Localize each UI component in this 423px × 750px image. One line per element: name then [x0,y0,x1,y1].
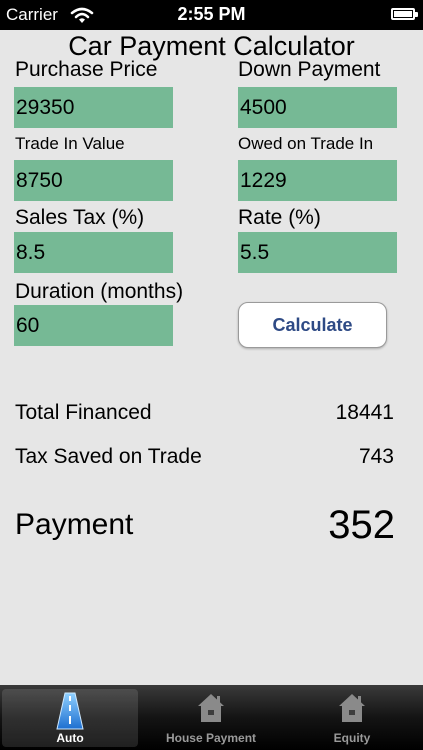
rate-input[interactable]: 5.5 [238,232,397,273]
purchase-price-input[interactable]: 29350 [14,87,173,128]
tax-saved-label: Tax Saved on Trade [15,445,202,468]
status-bar: Carrier 2:55 PM [0,0,423,30]
tax-saved-value: 743 [358,445,394,468]
duration-label: Duration (months) [15,280,184,303]
down-payment-input[interactable]: 4500 [238,87,397,128]
house-icon [198,694,224,722]
tab-equity-label: Equity [333,731,371,745]
tab-bar: Auto House Payment Equity [0,685,423,750]
total-financed-label: Total Financed [15,401,152,424]
house-icon [339,694,365,722]
purchase-price-label: Purchase Price [15,58,158,81]
tab-auto[interactable]: Auto [2,689,138,747]
owed-on-trade-in-input[interactable]: 1229 [238,160,397,201]
sales-tax-label: Sales Tax (%) [15,206,145,229]
down-payment-label: Down Payment [238,58,381,81]
calculate-button[interactable]: Calculate [238,302,387,348]
road-icon [56,692,84,730]
total-financed-value: 18441 [335,401,394,424]
rate-label: Rate (%) [238,206,321,229]
sales-tax-input[interactable]: 8.5 [14,232,173,273]
tab-equity[interactable]: Equity [284,689,420,747]
payment-value: 352 [328,503,395,547]
battery-icon [391,8,418,20]
tab-auto-label: Auto [56,731,84,745]
payment-label: Payment [15,508,134,541]
duration-input[interactable]: 60 [14,305,173,346]
status-time: 2:55 PM [177,4,246,24]
trade-in-value-label: Trade In Value [15,134,125,153]
trade-in-value-input[interactable]: 8750 [14,160,173,201]
tab-house-payment[interactable]: House Payment [143,689,279,747]
tab-house-payment-label: House Payment [165,731,257,745]
owed-on-trade-in-label: Owed on Trade In [238,134,374,153]
